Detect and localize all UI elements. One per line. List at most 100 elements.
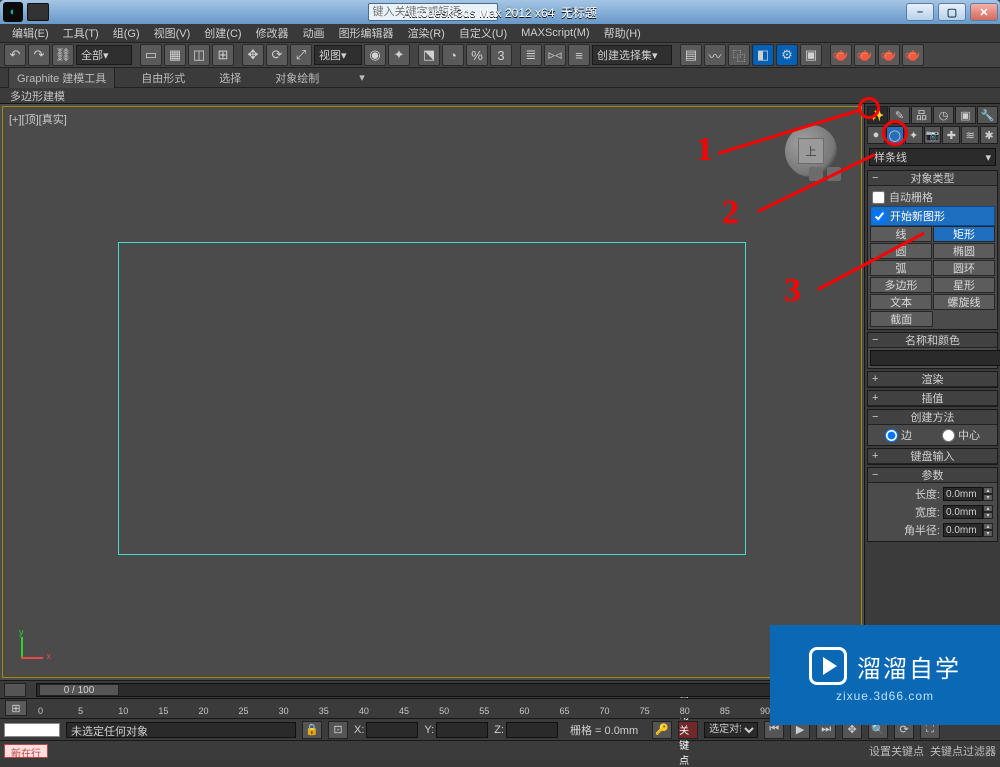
- select-name-button[interactable]: ▦: [164, 44, 186, 66]
- shape-donut-button[interactable]: 圆环: [933, 260, 995, 276]
- coord-y-input[interactable]: [436, 722, 488, 738]
- creation-edge-radio[interactable]: 边: [885, 427, 912, 443]
- layers-button[interactable]: ▤: [680, 44, 702, 66]
- rollout-head-parameters[interactable]: 参数: [868, 468, 997, 483]
- app-menu-button[interactable]: [27, 3, 49, 21]
- create-helpers-icon[interactable]: ✚: [942, 126, 960, 144]
- schematic-button[interactable]: ⿻: [728, 44, 750, 66]
- create-shapes-icon[interactable]: ◯: [886, 126, 904, 144]
- render-last-button[interactable]: 🫖: [902, 44, 924, 66]
- star-icon[interactable]: ★: [544, 4, 560, 20]
- coord-z-input[interactable]: [506, 722, 558, 738]
- spinner-snap-button[interactable]: 3: [490, 44, 512, 66]
- spin-down-icon[interactable]: ▾: [983, 530, 993, 537]
- auto-grid-checkbox[interactable]: 自动栅格: [870, 188, 995, 206]
- ref-coord-dropdown[interactable]: 视图 ▾: [314, 45, 362, 65]
- rollout-head-interpolation[interactable]: 插值: [868, 391, 997, 406]
- maximize-button[interactable]: ▢: [938, 3, 966, 21]
- isolate-button[interactable]: ⊡: [328, 721, 348, 739]
- param-corner-input[interactable]: [943, 523, 983, 537]
- select-object-button[interactable]: ▭: [140, 44, 162, 66]
- shape-section-button[interactable]: 截面: [870, 311, 933, 327]
- spin-up-icon[interactable]: ▴: [983, 523, 993, 530]
- selection-filter-dropdown[interactable]: 全部 ▾: [76, 45, 132, 65]
- object-name-input[interactable]: [870, 350, 1000, 366]
- menu-tools[interactable]: 工具(T): [57, 24, 105, 42]
- ribbon-collapse-button[interactable]: ▾: [351, 69, 373, 86]
- menu-graph[interactable]: 图形编辑器: [333, 24, 400, 42]
- viewport-label[interactable]: [+][顶][真实]: [9, 111, 67, 127]
- shape-helix-button[interactable]: 螺旋线: [933, 294, 995, 310]
- menu-view[interactable]: 视图(V): [148, 24, 197, 42]
- ribbon-tab-freeform[interactable]: 自由形式: [133, 68, 193, 88]
- create-spacewarps-icon[interactable]: ≋: [961, 126, 979, 144]
- spin-up-icon[interactable]: ▴: [983, 505, 993, 512]
- shape-circle-button[interactable]: 圆: [870, 243, 932, 259]
- curve-editor-button[interactable]: 〰: [704, 44, 726, 66]
- menu-group[interactable]: 组(G): [107, 24, 146, 42]
- key-filter-dropdown[interactable]: 选定对象: [704, 722, 758, 738]
- render-activeshade-button[interactable]: 🫖: [878, 44, 900, 66]
- shape-star-button[interactable]: 星形: [933, 277, 995, 293]
- snap-toggle-button[interactable]: ⬔: [418, 44, 440, 66]
- cp-tab-create[interactable]: ✨: [867, 106, 888, 124]
- viewcube-menu-icon[interactable]: [827, 167, 841, 181]
- creation-center-radio[interactable]: 中心: [942, 427, 980, 443]
- script-mini-listener[interactable]: [4, 723, 60, 737]
- shape-text-button[interactable]: 文本: [870, 294, 932, 310]
- angle-snap-button[interactable]: ◔: [442, 44, 464, 66]
- undo-button[interactable]: ↶: [4, 44, 26, 66]
- select-region-button[interactable]: ◫: [188, 44, 210, 66]
- coord-x-input[interactable]: [366, 722, 418, 738]
- link-button[interactable]: ⛓: [52, 44, 74, 66]
- lock-selection-button[interactable]: 🔒: [302, 721, 322, 739]
- wrench-icon[interactable]: 🔧: [524, 4, 540, 20]
- param-length-input[interactable]: [943, 487, 983, 501]
- mirror-button[interactable]: ▹◃: [544, 44, 566, 66]
- menu-edit[interactable]: 编辑(E): [6, 24, 55, 42]
- spin-down-icon[interactable]: ▾: [983, 512, 993, 519]
- menu-animation[interactable]: 动画: [297, 24, 331, 42]
- keyfilter-label[interactable]: 关键点过滤器: [930, 743, 996, 759]
- menu-help[interactable]: 帮助(H): [598, 24, 647, 42]
- shape-arc-button[interactable]: 弧: [870, 260, 932, 276]
- param-width-input[interactable]: [943, 505, 983, 519]
- setkey-label[interactable]: 设置关键点: [869, 743, 924, 759]
- ribbon-tab-paint[interactable]: 对象绘制: [267, 68, 327, 88]
- rotate-button[interactable]: ⟳: [266, 44, 288, 66]
- help-icon[interactable]: ?: [564, 4, 580, 20]
- close-button[interactable]: ✕: [970, 3, 998, 21]
- auto-key-button[interactable]: 自动关键点: [678, 721, 698, 739]
- ribbon-tab-selection[interactable]: 选择: [211, 68, 249, 88]
- create-lights-icon[interactable]: ✦: [905, 126, 923, 144]
- shape-line-button[interactable]: 线: [870, 226, 932, 242]
- time-slider-thumb[interactable]: 0 / 100: [39, 684, 119, 696]
- time-config-button[interactable]: [4, 683, 26, 697]
- menu-maxscript[interactable]: MAXScript(M): [515, 26, 595, 40]
- ribbon-tab-graphite[interactable]: Graphite 建模工具: [8, 67, 115, 88]
- shape-rectangle-button[interactable]: 矩形: [933, 226, 995, 242]
- rollout-head-keyboard[interactable]: 键盘输入: [868, 449, 997, 464]
- viewport-top[interactable]: [+][顶][真实] 上: [2, 106, 862, 678]
- cp-tab-utilities[interactable]: 🔧: [977, 106, 998, 124]
- start-new-shape-checkbox[interactable]: 开始新图形: [870, 206, 995, 226]
- select-manipulate-button[interactable]: ✦: [388, 44, 410, 66]
- create-subcategory-dropdown[interactable]: 样条线▾: [869, 148, 996, 166]
- window-crossing-button[interactable]: ⊞: [212, 44, 234, 66]
- render-prod-button[interactable]: 🫖: [830, 44, 852, 66]
- percent-snap-button[interactable]: %: [466, 44, 488, 66]
- redo-button[interactable]: ↷: [28, 44, 50, 66]
- material-editor-button[interactable]: ◧: [752, 44, 774, 66]
- selection-set-dropdown[interactable]: 创建选择集 ▾: [592, 45, 672, 65]
- spin-up-icon[interactable]: ▴: [983, 487, 993, 494]
- drawn-rectangle[interactable]: [118, 242, 746, 555]
- cp-tab-motion[interactable]: ◷: [933, 106, 954, 124]
- shape-ellipse-button[interactable]: 椭圆: [933, 243, 995, 259]
- rollout-head-name-color[interactable]: 名称和颜色: [868, 333, 997, 348]
- viewcube-face[interactable]: 上: [798, 138, 824, 164]
- spin-down-icon[interactable]: ▾: [983, 494, 993, 501]
- cp-tab-display[interactable]: ▣: [955, 106, 976, 124]
- create-cameras-icon[interactable]: 📷: [924, 126, 942, 144]
- render-frame-button[interactable]: ▣: [800, 44, 822, 66]
- menu-create[interactable]: 创建(C): [198, 24, 247, 42]
